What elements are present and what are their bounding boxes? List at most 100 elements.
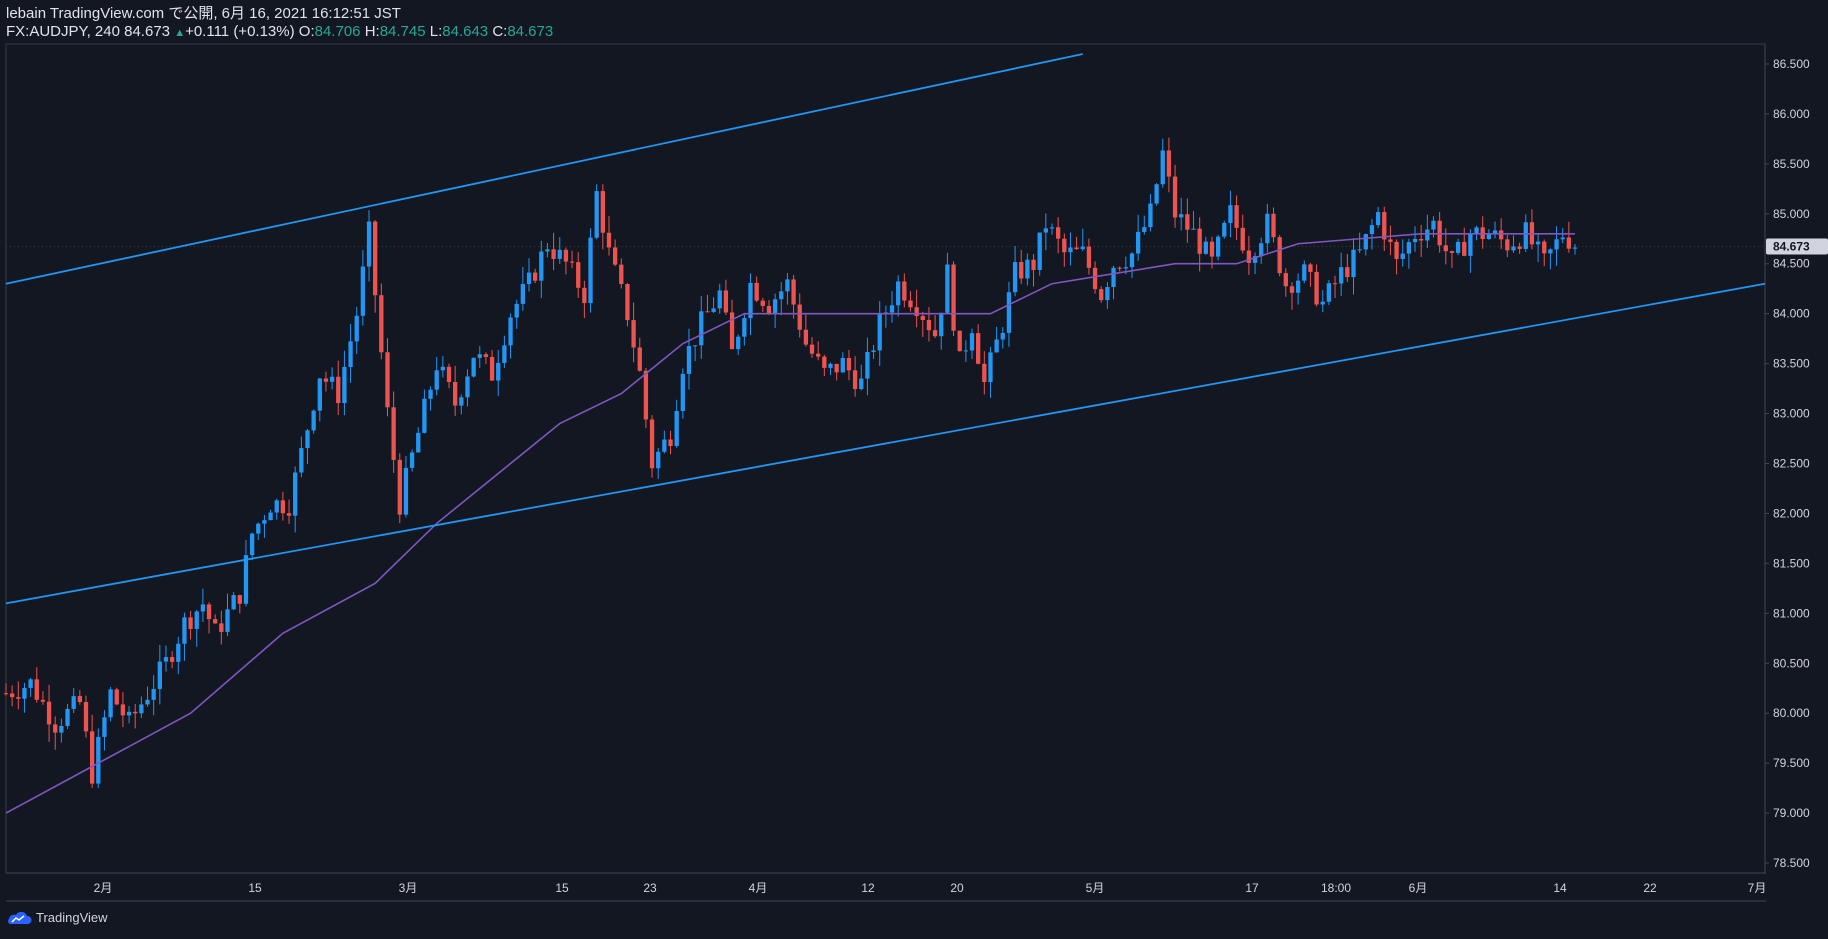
candle <box>545 243 550 258</box>
candle-body <box>1382 212 1387 240</box>
candle <box>588 228 593 313</box>
candle-body <box>1043 228 1049 233</box>
candle-body <box>1283 273 1288 287</box>
candle-body <box>446 366 452 383</box>
candle-body <box>514 303 519 318</box>
candle-body <box>440 366 446 371</box>
candle-body <box>908 300 913 308</box>
candle <box>865 337 870 396</box>
candle-body <box>1326 283 1332 302</box>
candle <box>1043 213 1049 251</box>
candle-body <box>1511 246 1516 251</box>
candle <box>1055 217 1061 254</box>
price-tick-label: 81.000 <box>1773 606 1810 620</box>
candle-body <box>403 467 409 515</box>
price-axis[interactable]: 86.500 86.000 85.500 85.000 84.500 84.000 83.5… <box>1765 57 1828 870</box>
candle <box>496 349 501 396</box>
time-axis[interactable]: 2月 15 3月 15 23 4月 12 20 5月 17 18:00 6月 14 22 7月 <box>94 881 1767 895</box>
candle-body <box>822 356 827 368</box>
candle-body <box>1523 222 1528 249</box>
candle <box>1369 219 1375 250</box>
candle <box>249 532 255 561</box>
candle-body <box>311 410 316 431</box>
candle <box>1012 245 1018 297</box>
candle <box>71 688 76 714</box>
candle-body <box>317 378 322 411</box>
candle <box>1019 249 1024 284</box>
candle <box>108 686 113 722</box>
candle <box>237 594 242 614</box>
candle-body <box>963 350 969 352</box>
candle-body <box>969 333 975 351</box>
candle-body <box>256 523 261 534</box>
candle <box>1148 194 1153 232</box>
candle-body <box>163 657 169 662</box>
candle-body <box>40 699 46 702</box>
candle <box>34 667 39 703</box>
time-tick-label: 22 <box>1643 881 1657 895</box>
candle-body <box>588 237 593 304</box>
plot-frame <box>5 43 1766 902</box>
candle-body <box>46 701 52 725</box>
candle <box>896 275 901 317</box>
price-chart[interactable]: 86.500 86.000 85.500 85.000 84.500 84.000 83.5… <box>0 0 1828 939</box>
candle-body <box>342 366 347 404</box>
candle-body <box>1234 205 1239 228</box>
candle <box>1252 252 1258 275</box>
candle-body <box>692 345 698 347</box>
candle-body <box>877 313 882 351</box>
candle-body <box>108 689 113 718</box>
candle <box>1302 260 1307 284</box>
candle <box>1326 280 1332 306</box>
candle <box>65 703 70 730</box>
candle-body <box>539 251 544 281</box>
candle-body <box>545 249 550 252</box>
candle-body <box>213 619 218 624</box>
candle <box>96 728 101 788</box>
candle-body <box>1019 262 1024 279</box>
candle-body <box>785 279 790 292</box>
candle-body <box>157 661 162 689</box>
candle <box>286 499 292 524</box>
candle <box>1400 239 1405 267</box>
upper-channel-line[interactable] <box>5 53 1083 285</box>
trendlines-layer[interactable] <box>5 53 1766 605</box>
tradingview-logo[interactable]: TradingView <box>6 910 108 925</box>
candle-body <box>1419 238 1424 241</box>
candle <box>176 636 181 675</box>
candle-body <box>1197 228 1202 254</box>
candle-body <box>22 687 27 699</box>
candle-body <box>557 249 562 259</box>
candle <box>1382 206 1387 251</box>
candle <box>840 352 845 373</box>
candle-body <box>483 354 489 357</box>
candle <box>539 240 544 299</box>
candle <box>1160 138 1165 188</box>
candle <box>1529 209 1535 250</box>
candle <box>729 299 735 350</box>
candle <box>299 436 304 478</box>
price-tick-label: 85.500 <box>1773 157 1810 171</box>
candle <box>1462 227 1467 257</box>
candle-body <box>976 333 981 364</box>
candle-body <box>1099 289 1104 301</box>
lower-channel-line[interactable] <box>5 282 1766 605</box>
candle <box>1006 281 1012 347</box>
candle-body <box>637 347 642 371</box>
candle-body <box>945 264 950 313</box>
candle-body <box>1566 237 1572 249</box>
candle-body <box>354 315 359 342</box>
candle-body <box>1049 227 1055 229</box>
candle-body <box>1142 227 1147 232</box>
candle-body <box>1332 283 1338 285</box>
candle <box>1455 238 1461 256</box>
price-tick-label: 82.500 <box>1773 456 1810 470</box>
candle <box>1265 203 1270 253</box>
candle <box>139 696 144 719</box>
candle-body <box>834 363 839 373</box>
candle-body <box>1123 267 1128 269</box>
candle <box>348 323 353 383</box>
candle-body <box>1185 214 1190 230</box>
candle-body <box>336 376 341 404</box>
candle-body <box>736 336 741 350</box>
